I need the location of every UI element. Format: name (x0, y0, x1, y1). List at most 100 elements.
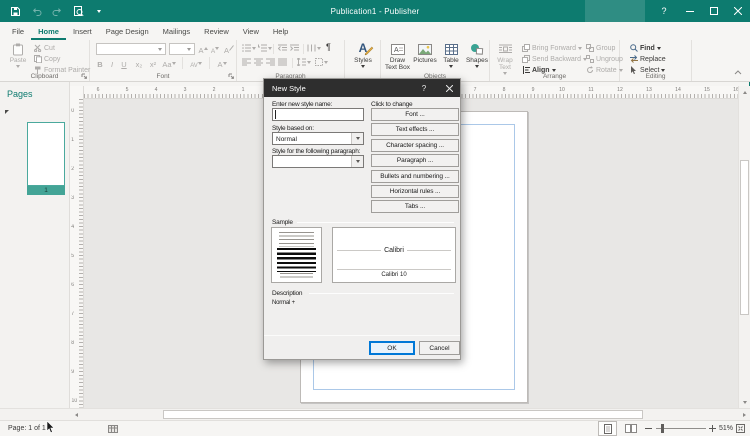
subscript-button[interactable]: x₂ (133, 57, 145, 69)
ok-button[interactable]: OK (369, 341, 415, 355)
help-button[interactable]: ? (652, 0, 676, 22)
combo-dropdown-icon[interactable] (351, 156, 363, 167)
font-size-combo[interactable] (169, 43, 195, 55)
cancel-button[interactable]: Cancel (419, 341, 460, 355)
scroll-down-button[interactable] (739, 396, 750, 408)
single-page-view-button[interactable] (598, 421, 617, 436)
dialog-change-button[interactable]: Bullets and numbering ... (371, 170, 459, 183)
tab-file[interactable]: File (5, 22, 31, 40)
font-color-button[interactable]: A (214, 57, 230, 69)
bring-forward-button[interactable]: Bring Forward (522, 43, 582, 53)
superscript-button[interactable]: x² (147, 57, 159, 69)
tab-help[interactable]: Help (266, 22, 295, 40)
line-spacing-button[interactable] (297, 58, 311, 66)
combo-dropdown-icon[interactable] (351, 133, 363, 144)
dialog-change-button[interactable]: Horizontal rules ... (371, 185, 459, 198)
tab-review[interactable]: Review (197, 22, 236, 40)
shapes-button[interactable]: Shapes (465, 42, 489, 68)
font-dialog-launcher-icon[interactable] (228, 73, 234, 79)
draw-text-box-button[interactable]: A Draw Text Box (384, 42, 411, 71)
italic-button[interactable]: I (107, 57, 117, 69)
fit-page-button[interactable] (736, 421, 745, 436)
scroll-right-button[interactable] (738, 409, 750, 420)
dialog-change-button[interactable]: Character spacing ... (371, 139, 459, 152)
zoom-out-button[interactable] (645, 421, 652, 436)
ungroup-button[interactable]: Ungroup (586, 54, 623, 64)
ruler-number: 9 (529, 87, 538, 92)
horizontal-scroll-thumb[interactable] (163, 410, 643, 419)
page-thumbnail-number[interactable]: 1 (27, 186, 65, 195)
pages-collapse-icon[interactable] (5, 110, 9, 114)
dialog-change-button[interactable]: Paragraph ... (371, 154, 459, 167)
underline-button[interactable]: U (119, 57, 129, 69)
style-name-input[interactable] (272, 108, 364, 121)
decrease-indent-button[interactable] (278, 44, 287, 52)
send-backward-button[interactable]: Send Backward (522, 54, 587, 64)
columns-button[interactable] (307, 44, 321, 52)
zoom-level[interactable]: 51% (719, 421, 733, 436)
dialog-close-button[interactable] (438, 79, 460, 97)
horizontal-scrollbar (0, 408, 750, 420)
table-button[interactable]: Table (439, 42, 463, 68)
bullets-button[interactable] (242, 44, 256, 52)
cut-icon (34, 44, 42, 52)
paragraph-group: ¶ Paragraph (237, 40, 345, 81)
ruler-number: 1 (71, 138, 74, 145)
grow-font-button[interactable]: A (197, 43, 209, 55)
borders-button[interactable] (315, 58, 328, 66)
copy-button[interactable]: Copy (34, 54, 60, 64)
scroll-up-button[interactable] (739, 86, 750, 98)
vertical-scroll-thumb[interactable] (740, 160, 749, 315)
numbering-button[interactable] (258, 44, 272, 52)
group-button[interactable]: Group (586, 43, 615, 53)
page-thumbnail[interactable] (27, 122, 65, 186)
paste-button[interactable]: Paste (4, 42, 32, 68)
increase-indent-button[interactable] (290, 44, 299, 52)
scroll-left-button[interactable] (70, 409, 82, 420)
tab-view[interactable]: View (236, 22, 266, 40)
collapse-ribbon-icon[interactable] (734, 70, 742, 75)
tab-home[interactable]: Home (31, 22, 66, 40)
justify-button[interactable] (278, 58, 287, 66)
sample-label: Sample (272, 219, 293, 226)
zoom-in-button[interactable] (709, 421, 716, 436)
align-right-button[interactable] (266, 58, 275, 66)
bold-button[interactable]: B (95, 57, 105, 69)
change-case-button[interactable]: Aa (161, 57, 177, 69)
zoom-slider-thumb[interactable] (661, 424, 664, 433)
dialog-change-button[interactable]: Tabs ... (371, 200, 459, 213)
find-button[interactable]: Find (630, 43, 661, 53)
tab-mailings[interactable]: Mailings (156, 22, 198, 40)
replace-button[interactable]: Replace (630, 54, 666, 64)
minimize-button[interactable] (678, 0, 702, 22)
cut-button[interactable]: Cut (34, 43, 55, 53)
maximize-button[interactable] (702, 0, 726, 22)
wrap-text-button[interactable]: Wrap Text (493, 42, 517, 75)
dialog-change-button[interactable]: Text effects ... (371, 123, 459, 136)
shrink-font-button[interactable]: A (209, 43, 221, 55)
two-page-view-button[interactable] (621, 421, 640, 436)
font-name-combo[interactable] (96, 43, 166, 55)
close-button[interactable] (726, 0, 750, 22)
dialog-help-button[interactable]: ? (414, 79, 434, 97)
tab-insert[interactable]: Insert (66, 22, 99, 40)
ruler-number: 5 (71, 254, 74, 261)
shapes-dropdown-icon (475, 65, 479, 68)
based-on-combo[interactable]: Normal (272, 132, 364, 145)
align-left-button[interactable] (242, 58, 251, 66)
tab-page-design[interactable]: Page Design (99, 22, 156, 40)
page-indicator[interactable]: Page: 1 of 1 (8, 421, 46, 436)
styles-button[interactable]: A Styles (350, 42, 376, 68)
mouse-cursor (46, 421, 55, 433)
dialog-change-button[interactable]: Font ... (371, 108, 459, 121)
pictures-button[interactable]: Pictures (412, 42, 438, 64)
clear-formatting-button[interactable]: A (223, 43, 235, 55)
editing-group-label: Editing (620, 73, 691, 80)
show-paragraph-marks-button[interactable]: ¶ (326, 42, 331, 52)
align-center-button[interactable] (254, 58, 263, 66)
account-signin[interactable] (585, 0, 645, 22)
character-spacing-button[interactable]: AV (187, 57, 205, 69)
following-paragraph-combo[interactable] (272, 155, 364, 168)
clipboard-dialog-launcher-icon[interactable] (81, 73, 87, 79)
object-size-icon[interactable] (108, 421, 118, 436)
